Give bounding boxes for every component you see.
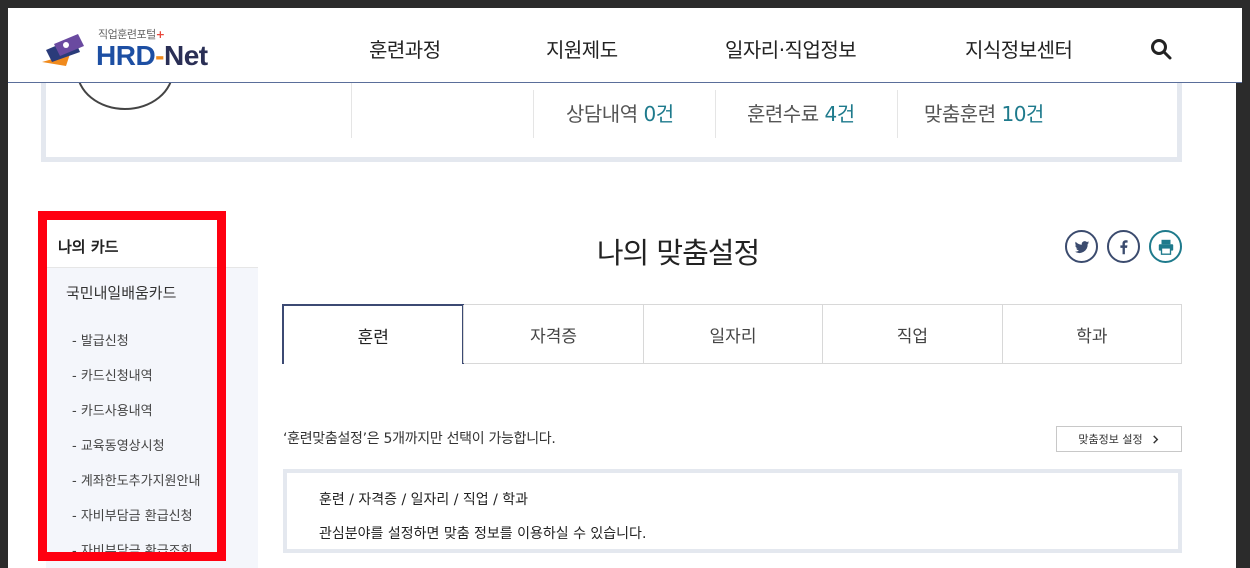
- interest-categories: 훈련 / 자격증 / 일자리 / 직업 / 학과: [319, 492, 529, 508]
- stat-completed[interactable]: 훈련수료 4건: [747, 98, 855, 127]
- site-logo[interactable]: 직업훈련포털+ HRD-Net: [40, 26, 210, 71]
- settings-button-label: 맞춤정보 설정: [1078, 433, 1143, 446]
- divider: [715, 90, 716, 138]
- sidebar-item-refund-request[interactable]: - 자비부담금 환급신청: [72, 505, 193, 524]
- browser-viewport: 상담내역 0건 훈련수료 4건 맞춤훈련 10건 직업훈련포털+ HRD-Net…: [8, 8, 1242, 568]
- stat-label: 맞춤훈련: [924, 102, 1002, 126]
- nav-jobs-info[interactable]: 일자리·직업정보: [725, 34, 857, 63]
- sidebar-item-card-application-history[interactable]: - 카드신청내역: [72, 365, 153, 384]
- tab-jobs[interactable]: 일자리: [642, 305, 822, 363]
- interest-description: 관심분야를 설정하면 맞춤 정보를 이용하실 수 있습니다.: [319, 526, 647, 542]
- site-header: 직업훈련포털+ HRD-Net 훈련과정 지원제도 일자리·직업정보 지식정보센…: [8, 8, 1242, 83]
- custom-info-settings-button[interactable]: 맞춤정보 설정: [1056, 426, 1182, 452]
- sidebar-title[interactable]: 나의 카드: [58, 236, 118, 257]
- stat-value: 4건: [824, 102, 855, 126]
- selection-limit-notice: ‘훈련맞춤설정’은 5개까지만 선택이 가능합니다.: [283, 431, 556, 447]
- twitter-icon[interactable]: [1065, 230, 1098, 263]
- divider: [533, 90, 534, 138]
- divider: [897, 90, 898, 138]
- stat-custom-training[interactable]: 맞춤훈련 10건: [924, 98, 1044, 127]
- nav-support-system[interactable]: 지원제도: [546, 34, 618, 63]
- nav-training-courses[interactable]: 훈련과정: [369, 34, 441, 63]
- sidebar-item-card-usage-history[interactable]: - 카드사용내역: [72, 400, 153, 419]
- stat-consult[interactable]: 상담내역 0건: [566, 98, 674, 127]
- chevron-right-icon: [1152, 434, 1158, 444]
- sidebar-item-education-video[interactable]: - 교육동영상시청: [72, 435, 165, 454]
- tab-major[interactable]: 학과: [1001, 305, 1181, 363]
- print-icon[interactable]: [1149, 230, 1182, 263]
- logo-mark-icon: [42, 34, 84, 66]
- facebook-icon[interactable]: [1107, 230, 1140, 263]
- interest-info-box: 훈련 / 자격증 / 일자리 / 직업 / 학과 관심분야를 설정하면 맞춤 정…: [283, 469, 1182, 553]
- sidebar-group-national-card[interactable]: 국민내일배움카드: [66, 282, 176, 303]
- nav-knowledge-center[interactable]: 지식정보센터: [965, 34, 1073, 63]
- sidebar: 나의 카드 국민내일배움카드 - 발급신청 - 카드신청내역 - 카드사용내역 …: [46, 220, 258, 568]
- stat-label: 상담내역: [566, 102, 644, 126]
- sidebar-item-refund-inquiry[interactable]: - 자비부담금 환급조회: [72, 540, 193, 559]
- window-edge: [1236, 8, 1242, 568]
- sidebar-item-account-limit-support[interactable]: - 계좌한도추가지원안내: [72, 470, 200, 489]
- tab-occupation[interactable]: 직업: [822, 305, 1001, 363]
- sidebar-item-apply[interactable]: - 발급신청: [72, 330, 129, 349]
- tab-certificate[interactable]: 자격증: [463, 305, 642, 363]
- page-title: 나의 맞춤설정: [596, 236, 760, 270]
- category-tabs: 훈련 자격증 일자리 직업 학과: [282, 304, 1182, 364]
- logo-wordmark: HRD-Net: [96, 40, 208, 71]
- tab-training[interactable]: 훈련: [282, 304, 465, 364]
- stat-value: 10건: [1001, 102, 1044, 126]
- stat-label: 훈련수료: [747, 102, 825, 126]
- search-icon[interactable]: [1149, 37, 1173, 61]
- stat-value: 0건: [643, 102, 674, 126]
